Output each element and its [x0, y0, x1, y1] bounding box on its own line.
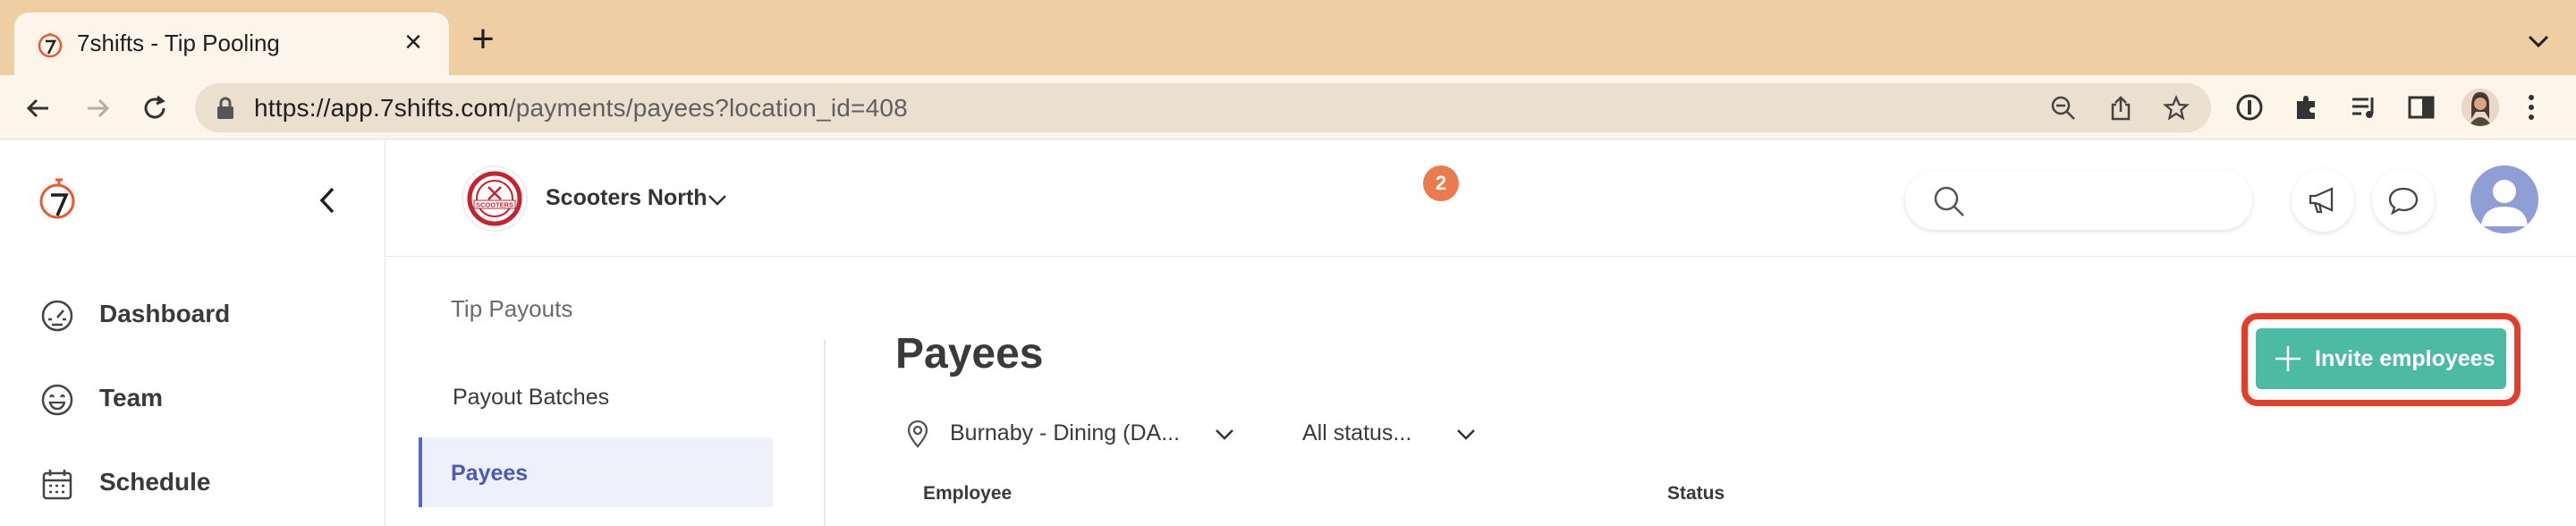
calendar-icon: [42, 470, 72, 500]
user-avatar-icon: [2481, 180, 2528, 226]
subnav-title: Tip Payouts: [451, 295, 573, 322]
address-bar[interactable]: https://app.7shifts.com/payments/payees?…: [195, 83, 2211, 132]
location-filter-value: Burnaby - Dining (DA...: [950, 420, 1181, 445]
app-topbar: SCOOTERS Scooters North 2: [386, 140, 2576, 257]
plus-icon: [2275, 346, 2301, 371]
subnav-divider: [824, 340, 826, 526]
sidebar-item-label: Team: [99, 384, 164, 411]
reload-icon[interactable]: [138, 91, 172, 125]
location-chevron-down-icon[interactable]: [707, 191, 728, 208]
subnav-item-payees[interactable]: Payees: [419, 437, 773, 507]
sidebar-item-schedule[interactable]: Schedule: [39, 461, 361, 505]
messages-button[interactable]: [2372, 169, 2435, 232]
chevron-down-icon: [1216, 429, 1233, 440]
announcements-button[interactable]: [2292, 169, 2354, 232]
sidebar-item-label: Schedule: [99, 468, 211, 496]
profile-photo-icon: [2462, 89, 2499, 126]
location-filter-select[interactable]: Burnaby - Dining (DA...: [905, 413, 1245, 454]
browser-menu-icon[interactable]: [2524, 90, 2538, 124]
7shifts-logo-icon[interactable]: [39, 174, 80, 223]
smiley-icon: [41, 384, 73, 416]
tab-title: 7shifts - Tip Pooling: [77, 30, 280, 56]
collapse-sidebar-chevron-icon[interactable]: [315, 183, 340, 217]
subnav-item-label: Payout Batches: [453, 385, 610, 410]
url-path: /payments/payees?location_id=408: [508, 94, 908, 122]
megaphone-icon: [2309, 187, 2334, 214]
url-host: https://app.7shifts.com: [254, 94, 509, 122]
close-tab-icon[interactable]: ×: [399, 27, 428, 57]
location-logo[interactable]: SCOOTERS: [463, 167, 526, 230]
search-input[interactable]: [1905, 171, 2252, 230]
browser-tab-strip: 7shifts - Tip Pooling × +: [0, 0, 2576, 75]
app-sidebar: Dashboard Team Schedule: [0, 140, 386, 526]
location-pin-icon: [907, 420, 928, 448]
user-avatar[interactable]: [2470, 165, 2538, 233]
back-arrow-icon[interactable]: [21, 91, 55, 125]
search-icon[interactable]: [1932, 184, 1966, 218]
forward-arrow-icon[interactable]: [80, 91, 114, 125]
zoom-out-icon[interactable]: [2050, 95, 2077, 122]
side-panel-icon[interactable]: [2404, 90, 2438, 124]
extensions-puzzle-icon[interactable]: [2290, 90, 2324, 124]
sidebar-item-team[interactable]: Team: [39, 377, 361, 421]
password-manager-icon[interactable]: [2233, 90, 2267, 124]
url-text[interactable]: https://app.7shifts.com/payments/payees?…: [254, 94, 908, 123]
chat-bubble-icon: [2388, 187, 2419, 216]
subnav-item-payout-batches[interactable]: Payout Batches: [420, 361, 775, 431]
bookmark-star-icon[interactable]: [2163, 95, 2190, 122]
invite-employees-button[interactable]: Invite employees: [2256, 328, 2506, 389]
new-tab-icon[interactable]: +: [465, 20, 501, 59]
notification-badge: 2: [1423, 165, 1459, 201]
lock-icon[interactable]: [215, 97, 236, 120]
invite-employees-label: Invite employees: [2315, 346, 2496, 371]
column-header-employee[interactable]: Employee: [923, 483, 1012, 505]
sidebar-item-label: Dashboard: [99, 300, 231, 327]
location-name[interactable]: Scooters North: [546, 185, 708, 211]
browser-toolbar: https://app.7shifts.com/payments/payees?…: [0, 75, 2576, 140]
status-filter-value: All status...: [1302, 420, 1412, 445]
browser-profile-avatar[interactable]: [2462, 89, 2499, 126]
scooters-logo-text: SCOOTERS: [476, 201, 513, 209]
sidebar-item-dashboard[interactable]: Dashboard: [39, 293, 361, 337]
tip-payouts-subnav: Tip Payouts Payout Batches Payees: [386, 258, 825, 526]
browser-tab[interactable]: 7shifts - Tip Pooling ×: [14, 13, 449, 75]
dashboard-gauge-icon: [41, 300, 73, 332]
tab-search-chevron-icon[interactable]: [2522, 25, 2555, 57]
media-queue-icon[interactable]: [2347, 90, 2381, 124]
page-title: Payees: [895, 330, 1044, 378]
7shifts-favicon-icon: [38, 33, 63, 58]
subnav-item-label: Payees: [451, 461, 529, 486]
status-filter-select[interactable]: All status...: [1302, 413, 1481, 454]
chevron-down-icon: [1457, 429, 1475, 440]
column-header-status[interactable]: Status: [1667, 483, 1724, 505]
share-icon[interactable]: [2107, 95, 2134, 122]
scooters-logo-icon: SCOOTERS: [467, 171, 522, 226]
